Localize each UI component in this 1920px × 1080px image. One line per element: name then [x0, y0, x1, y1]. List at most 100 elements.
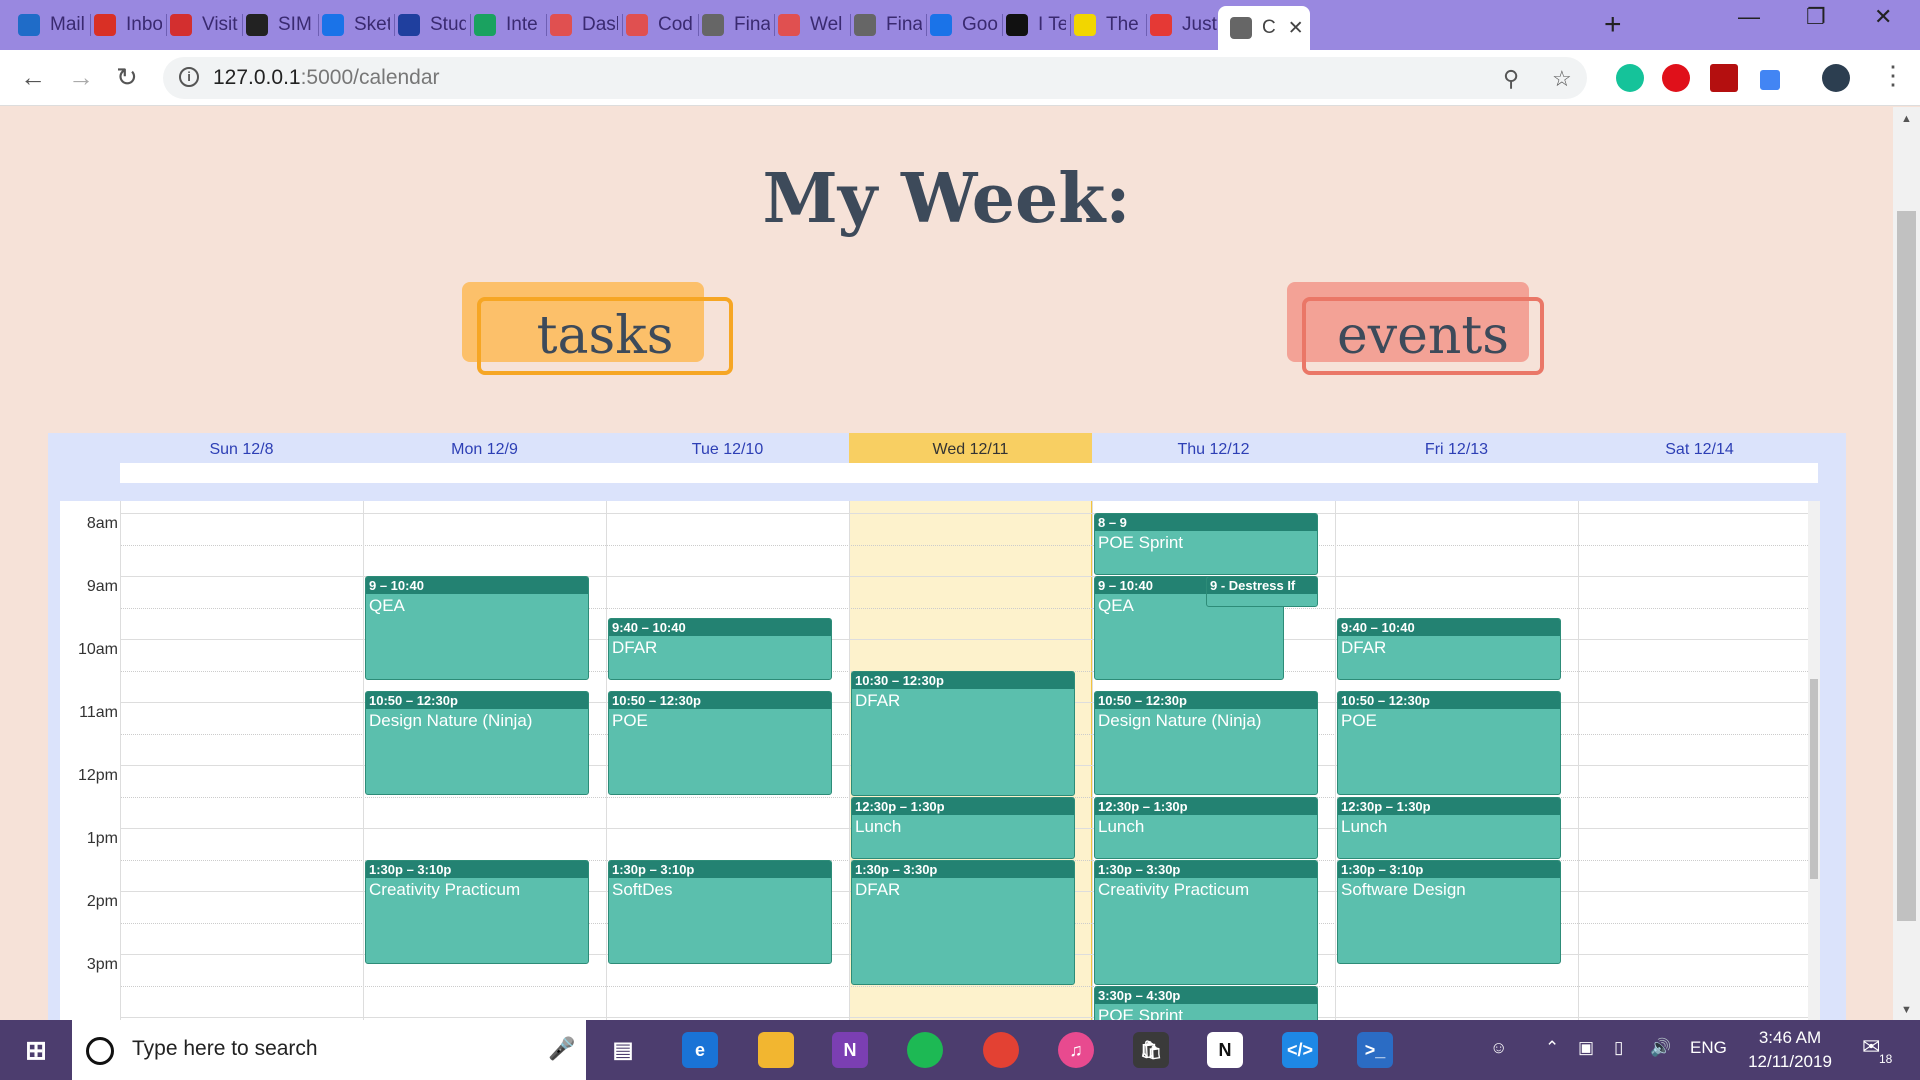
- browser-tab[interactable]: Just: [1150, 8, 1218, 42]
- chrome-icon[interactable]: [983, 1032, 1019, 1068]
- scrollbar-thumb[interactable]: [1897, 211, 1916, 921]
- new-tab-icon[interactable]: +: [1604, 8, 1622, 42]
- browser-tab[interactable]: I Tec: [1006, 8, 1066, 42]
- calendar-event[interactable]: 8 – 9 POE Sprint: [1094, 513, 1318, 575]
- browser-tab[interactable]: Goo: [930, 8, 998, 42]
- itunes-icon[interactable]: ♫: [1058, 1032, 1094, 1068]
- browser-tab[interactable]: Inbox: [94, 8, 162, 42]
- acrobat-icon[interactable]: [1710, 64, 1738, 92]
- calendar-event[interactable]: 10:30 – 12:30p DFAR: [851, 670, 1075, 796]
- calendar-event[interactable]: 1:30p – 3:10p Software Design: [1337, 859, 1561, 964]
- browser-tab[interactable]: Fina: [702, 8, 770, 42]
- star-icon[interactable]: ☆: [1552, 66, 1572, 92]
- day-header[interactable]: Wed 12/11: [849, 433, 1092, 463]
- calendar-event[interactable]: 3:30p – 4:30p POE Sprint: [1094, 985, 1318, 1020]
- grammarly-icon[interactable]: [1616, 64, 1644, 92]
- minimize-icon[interactable]: —: [1738, 4, 1760, 30]
- page-scrollbar[interactable]: ▲ ▼: [1893, 107, 1920, 1020]
- browser-tab[interactable]: Mail: [18, 8, 86, 42]
- calendar-event[interactable]: 10:50 – 12:30p Design Nature (Ninja): [365, 691, 589, 796]
- tab-label: Fina: [734, 14, 770, 35]
- tasks-button-label[interactable]: tasks: [477, 297, 733, 375]
- cortana-icon[interactable]: [86, 1037, 114, 1065]
- notion-icon[interactable]: N: [1207, 1032, 1243, 1068]
- microphone-icon[interactable]: 🎤: [548, 1036, 575, 1062]
- day-header[interactable]: Fri 12/13: [1335, 441, 1578, 463]
- day-header[interactable]: Sun 12/8: [120, 441, 363, 463]
- calendar-event[interactable]: 1:30p – 3:30p DFAR: [851, 859, 1075, 985]
- task-view-icon[interactable]: ▤: [605, 1032, 641, 1068]
- calendar-event[interactable]: 9 – 10:40 QEA: [365, 576, 589, 681]
- menu-icon[interactable]: ⋮: [1880, 60, 1906, 91]
- browser-tab[interactable]: Visit: [170, 8, 238, 42]
- url-text[interactable]: 127.0.0.1:5000/calendar: [213, 66, 440, 90]
- browser-tab[interactable]: The: [1074, 8, 1142, 42]
- browser-tab[interactable]: Inte: [474, 8, 542, 42]
- store-icon[interactable]: 🛍: [1133, 1032, 1169, 1068]
- calendar-event[interactable]: 9 - Destress If: [1206, 576, 1318, 607]
- spotify-icon[interactable]: [907, 1032, 943, 1068]
- browser-tab[interactable]: Sketch: [322, 8, 390, 42]
- browser-tab[interactable]: Wel: [778, 8, 846, 42]
- show-hidden-icons-icon[interactable]: ⌃: [1545, 1038, 1559, 1058]
- calendar-event[interactable]: 1:30p – 3:10p SoftDes: [608, 859, 832, 964]
- day-header[interactable]: Sat 12/14: [1578, 441, 1821, 463]
- calendar-event[interactable]: 12:30p – 1:30p Lunch: [1337, 796, 1561, 859]
- calendar-event[interactable]: 1:30p – 3:30p Creativity Practicum: [1094, 859, 1318, 985]
- time-grid[interactable]: 8am 9am 10am 11am 12pm 1pm 2pm 3pm 8 – 9 POE Spri…: [60, 501, 1820, 1020]
- scroll-down-icon[interactable]: ▼: [1901, 1004, 1912, 1016]
- calendar-event[interactable]: 12:30p – 1:30p Lunch: [851, 796, 1075, 859]
- event-time: 9 - Destress If: [1207, 577, 1317, 594]
- defender-icon[interactable]: ▣: [1578, 1038, 1594, 1058]
- event-title: SoftDes: [612, 879, 673, 899]
- taskbar-search[interactable]: Type here to search 🎤: [72, 1020, 586, 1080]
- site-info-icon[interactable]: i: [179, 67, 199, 87]
- clock[interactable]: 3:46 AM 12/11/2019: [1740, 1026, 1840, 1074]
- file-explorer-icon[interactable]: [758, 1032, 794, 1068]
- grid-scrollbar-thumb[interactable]: [1810, 679, 1818, 879]
- eyedropper-icon[interactable]: [1760, 70, 1780, 90]
- calendar-event[interactable]: 9:40 – 10:40 DFAR: [608, 618, 832, 681]
- scroll-up-icon[interactable]: ▲: [1901, 113, 1912, 125]
- back-icon[interactable]: ←: [20, 62, 46, 93]
- day-header[interactable]: Thu 12/12: [1092, 441, 1335, 463]
- avatar[interactable]: [1822, 64, 1850, 92]
- event-title: POE: [1341, 711, 1377, 731]
- maximize-icon[interactable]: ❐: [1806, 4, 1826, 30]
- all-day-row[interactable]: [120, 463, 1818, 483]
- browser-tab[interactable]: C ✕: [1218, 6, 1310, 50]
- browser-tab[interactable]: Stud: [398, 8, 466, 42]
- day-header[interactable]: Tue 12/10: [606, 441, 849, 463]
- key-icon[interactable]: ⚲: [1503, 66, 1519, 92]
- search-placeholder[interactable]: Type here to search: [132, 1037, 318, 1061]
- event-title: Design Nature (Ninja): [369, 711, 533, 731]
- browser-tab[interactable]: Cod: [626, 8, 694, 42]
- calendar-event[interactable]: 9:40 – 10:40 DFAR: [1337, 618, 1561, 681]
- close-window-icon[interactable]: ✕: [1874, 4, 1892, 30]
- edge-icon[interactable]: e: [682, 1032, 718, 1068]
- powershell-icon[interactable]: >_: [1357, 1032, 1393, 1068]
- volume-icon[interactable]: 🔊: [1650, 1038, 1671, 1058]
- calendar-event[interactable]: 10:50 – 12:30p Design Nature (Ninja): [1094, 691, 1318, 796]
- browser-tab[interactable]: Fina: [854, 8, 922, 42]
- people-icon[interactable]: ☺: [1490, 1038, 1507, 1058]
- close-tab-icon[interactable]: ✕: [1288, 17, 1304, 40]
- battery-icon[interactable]: ▯: [1614, 1038, 1623, 1058]
- vscode-icon[interactable]: </>: [1282, 1032, 1318, 1068]
- language-indicator[interactable]: ENG: [1690, 1038, 1727, 1058]
- calendar-event[interactable]: 12:30p – 1:30p Lunch: [1094, 796, 1318, 859]
- forward-icon[interactable]: →: [68, 62, 94, 93]
- grid-scrollbar[interactable]: [1808, 501, 1820, 1020]
- events-button-label[interactable]: events: [1302, 297, 1544, 375]
- calendar-event[interactable]: 1:30p – 3:10p Creativity Practicum: [365, 859, 589, 964]
- reload-icon[interactable]: ↻: [116, 62, 138, 93]
- calendar-event[interactable]: 10:50 – 12:30p POE: [1337, 691, 1561, 796]
- adblock-icon[interactable]: [1662, 64, 1690, 92]
- url-bar[interactable]: i 127.0.0.1:5000/calendar ⚲ ☆: [163, 57, 1587, 99]
- browser-tab[interactable]: Dash: [550, 8, 618, 42]
- day-header[interactable]: Mon 12/9: [363, 441, 606, 463]
- browser-tab[interactable]: SIM: [246, 8, 314, 42]
- windows-start-icon[interactable]: ⊞: [18, 1032, 54, 1068]
- onenote-icon[interactable]: N: [832, 1032, 868, 1068]
- calendar-event[interactable]: 10:50 – 12:30p POE: [608, 691, 832, 796]
